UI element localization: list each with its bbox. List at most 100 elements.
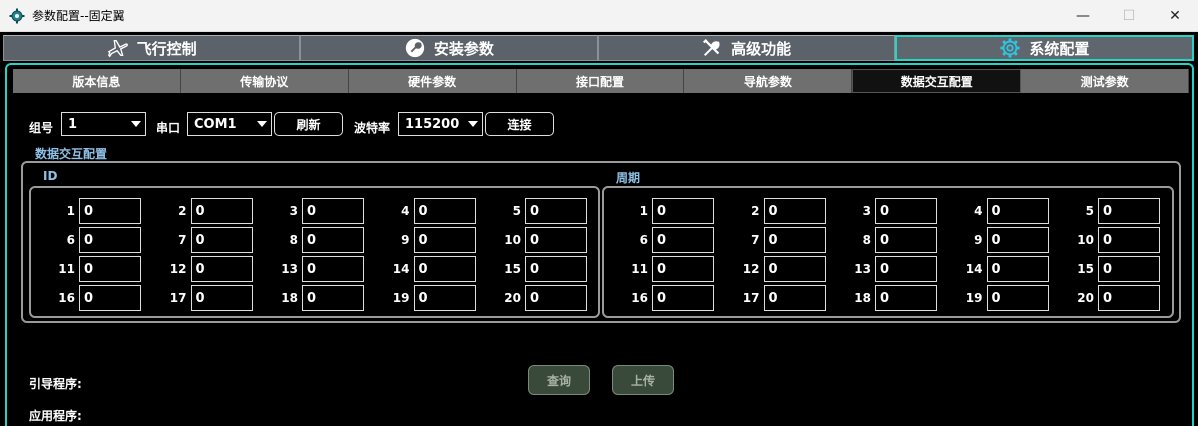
id-row-number: 18: [281, 291, 298, 305]
subtab-data-exchange[interactable]: 数据交互配置: [852, 69, 1022, 93]
period-input-20[interactable]: 0: [1098, 285, 1160, 311]
maximize-button[interactable]: ☐: [1106, 0, 1152, 32]
id-row-number: 13: [281, 262, 298, 276]
id-row-number: 5: [512, 204, 521, 218]
period-input-4[interactable]: 0: [986, 198, 1049, 224]
airplane-icon: [107, 39, 128, 58]
query-button[interactable]: 查询: [528, 365, 590, 395]
period-row-number: 5: [1085, 204, 1094, 218]
id-input-13[interactable]: 0: [302, 256, 364, 282]
tab-label: 系统配置: [1029, 39, 1090, 58]
group-select-value: 1: [68, 116, 78, 132]
id-row-number: 8: [289, 233, 298, 247]
id-row-number: 11: [58, 262, 75, 276]
period-row-number: 9: [974, 233, 983, 247]
id-input-7[interactable]: 0: [190, 227, 253, 253]
id-input-4[interactable]: 0: [413, 198, 476, 224]
period-input-14[interactable]: 0: [986, 256, 1049, 282]
connect-button[interactable]: 连接: [485, 112, 554, 136]
subtab-nav-params[interactable]: 导航参数: [684, 69, 853, 93]
period-row-number: 7: [751, 233, 760, 247]
port-label: 串口: [156, 121, 181, 135]
id-input-14[interactable]: 0: [413, 256, 476, 282]
id-row-number: 20: [504, 291, 521, 305]
id-input-12[interactable]: 0: [190, 256, 253, 282]
period-input-5[interactable]: 0: [1098, 198, 1160, 224]
period-input-18[interactable]: 0: [875, 285, 937, 311]
id-row-number: 14: [392, 262, 410, 276]
id-row-number: 4: [401, 204, 410, 218]
id-row-number: 10: [504, 233, 521, 247]
id-input-11[interactable]: 0: [79, 256, 141, 282]
id-input-1[interactable]: 0: [79, 198, 141, 224]
id-input-16[interactable]: 0: [79, 285, 141, 311]
period-group-title: 周期: [616, 171, 641, 185]
id-row-number: 2: [178, 204, 187, 218]
period-input-8[interactable]: 0: [875, 227, 937, 253]
period-row-number: 4: [974, 204, 983, 218]
period-input-2[interactable]: 0: [763, 198, 826, 224]
tab-system-config[interactable]: 系统配置: [894, 35, 1194, 61]
id-input-9[interactable]: 0: [413, 227, 476, 253]
period-input-13[interactable]: 0: [875, 256, 937, 282]
subtab-hardware-params[interactable]: 硬件参数: [348, 69, 517, 93]
subtab-version-info[interactable]: 版本信息: [13, 69, 181, 93]
tab-advanced[interactable]: 高级功能: [597, 35, 895, 61]
baud-select[interactable]: 115200: [398, 112, 483, 136]
chevron-down-icon: [468, 121, 478, 127]
period-input-3[interactable]: 0: [875, 198, 937, 224]
id-input-3[interactable]: 0: [302, 198, 364, 224]
chevron-down-icon: [257, 121, 267, 127]
id-row-number: 17: [169, 291, 187, 305]
period-input-1[interactable]: 0: [652, 198, 714, 224]
period-input-10[interactable]: 0: [1098, 227, 1160, 253]
period-row-number: 11: [631, 262, 648, 276]
tab-label: 飞行控制: [136, 39, 197, 58]
period-row-number: 20: [1077, 291, 1094, 305]
subtab-transport-protocol[interactable]: 传输协议: [180, 69, 349, 93]
period-row-number: 2: [751, 204, 760, 218]
subtab-interface-config[interactable]: 接口配置: [516, 69, 685, 93]
boot-program-label: 引导程序:: [29, 377, 82, 391]
id-input-6[interactable]: 0: [79, 227, 141, 253]
period-row-number: 1: [639, 204, 648, 218]
id-row-number: 9: [401, 233, 410, 247]
id-input-2[interactable]: 0: [190, 198, 253, 224]
id-row-number: 12: [169, 262, 187, 276]
id-input-8[interactable]: 0: [302, 227, 364, 253]
main-tab-bar: 飞行控制 安装参数 高级功能 系统配置: [3, 35, 1194, 61]
id-input-5[interactable]: 0: [525, 198, 587, 224]
id-input-19[interactable]: 0: [413, 285, 476, 311]
period-input-7[interactable]: 0: [763, 227, 826, 253]
id-input-18[interactable]: 0: [302, 285, 364, 311]
wrench-circle-icon: [405, 38, 425, 58]
period-input-19[interactable]: 0: [986, 285, 1049, 311]
id-row-number: 1: [66, 204, 75, 218]
period-row-number: 17: [742, 291, 760, 305]
period-input-15[interactable]: 0: [1098, 256, 1160, 282]
tab-flight-control[interactable]: 飞行控制: [3, 35, 301, 61]
period-input-6[interactable]: 0: [652, 227, 714, 253]
port-select[interactable]: COM1: [187, 112, 272, 136]
id-input-17[interactable]: 0: [190, 285, 253, 311]
period-row-number: 6: [639, 233, 648, 247]
refresh-button[interactable]: 刷新: [274, 112, 343, 136]
period-input-11[interactable]: 0: [652, 256, 714, 282]
period-row-number: 10: [1077, 233, 1094, 247]
period-input-12[interactable]: 0: [763, 256, 826, 282]
minimize-button[interactable]: —: [1060, 0, 1106, 32]
id-row-number: 15: [504, 262, 521, 276]
period-input-9[interactable]: 0: [986, 227, 1049, 253]
period-input-16[interactable]: 0: [652, 285, 714, 311]
subtab-test-params[interactable]: 测试参数: [1021, 69, 1190, 93]
tab-label: 高级功能: [731, 39, 792, 58]
id-input-20[interactable]: 0: [525, 285, 587, 311]
period-row-number: 15: [1077, 262, 1094, 276]
tab-install-params[interactable]: 安装参数: [300, 35, 598, 61]
upload-button[interactable]: 上传: [612, 365, 674, 395]
group-select[interactable]: 1: [61, 112, 146, 136]
id-input-10[interactable]: 0: [525, 227, 587, 253]
period-input-17[interactable]: 0: [763, 285, 826, 311]
close-button[interactable]: ✕: [1152, 0, 1198, 32]
id-input-15[interactable]: 0: [525, 256, 587, 282]
